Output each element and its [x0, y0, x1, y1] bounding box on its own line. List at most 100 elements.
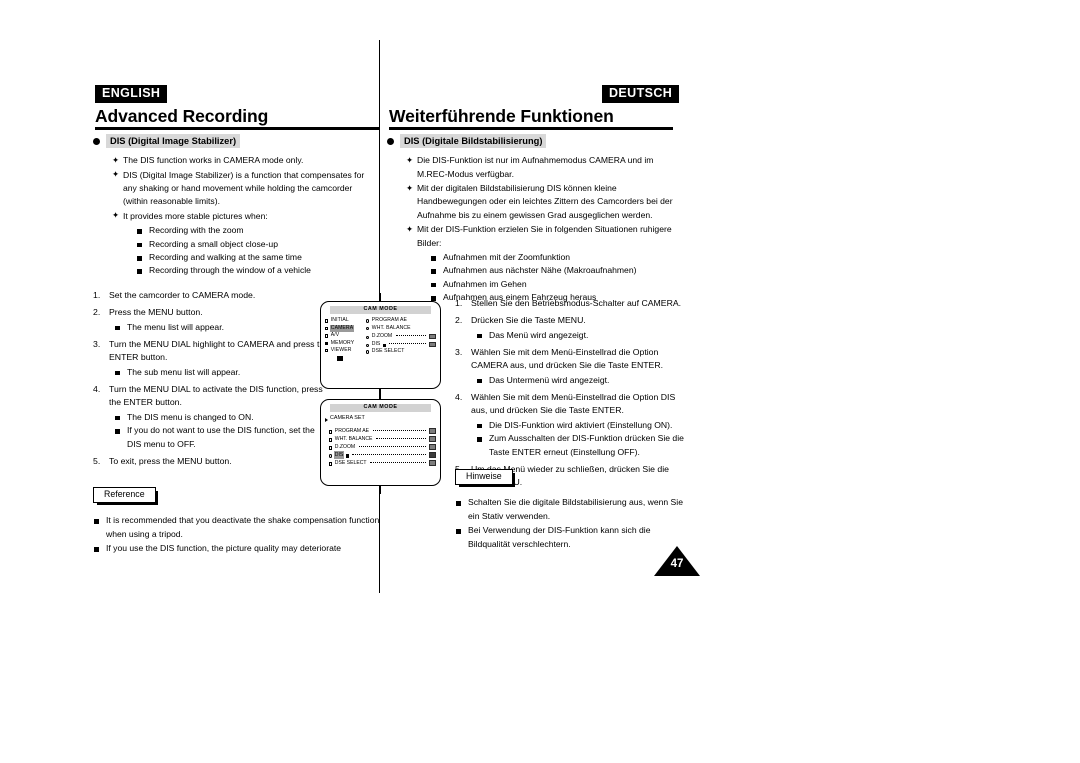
- square-filled-icon: [382, 343, 387, 347]
- english-steps-list: 1. Set the camcorder to CAMERA mode. 2. …: [93, 289, 331, 472]
- german-notes-list: Schalten Sie die digitale Bildstabilisie…: [455, 496, 687, 551]
- step-item: 1. Set the camcorder to CAMERA mode.: [93, 289, 331, 303]
- step-item: 4. Turn the MENU DIAL to activate the DI…: [93, 383, 331, 451]
- chapter-title-english: Advanced Recording: [95, 106, 269, 126]
- lcd-submenu-screen: CAM MODE CAMERA SET PROGRAM AE WHT. BALA…: [320, 399, 441, 486]
- lcd-menu-item-memory: MEMORY: [325, 340, 365, 347]
- list-item: Aufnahmen mit der Zoomfunktion: [431, 251, 673, 264]
- english-intro-list: The DIS function works in CAMERA mode on…: [93, 154, 379, 278]
- radio-circle-icon: [366, 335, 370, 339]
- step-item: 2. Press the MENU button. The menu list …: [93, 306, 331, 334]
- step-number: 1.: [455, 298, 463, 308]
- list-item: DIS (Digital Image Stabilizer) is a func…: [112, 168, 379, 209]
- radio-circle-icon: [366, 319, 370, 323]
- leader-dots: [395, 334, 426, 336]
- step-number: 4.: [93, 383, 101, 394]
- square-filled-icon: [345, 454, 350, 458]
- german-steps-list: 1. Stellen Sie den Betriebsmodus-Schalte…: [455, 297, 685, 493]
- lcd-titlebar: CAM MODE: [330, 306, 431, 315]
- step-sublist: The DIS menu is changed to ON. If you do…: [109, 411, 331, 451]
- lcd-row-d-zoom: D.ZOOM: [329, 443, 436, 451]
- step-item: 1. Stellen Sie den Betriebsmodus-Schalte…: [455, 297, 685, 311]
- section-heading-deutsch: DIS (Digitale Bildstabilisierung): [387, 134, 673, 149]
- section-title-text: DIS (Digital Image Stabilizer): [106, 134, 241, 149]
- step-item: 3. Turn the MENU DIAL highlight to CAMER…: [93, 338, 331, 380]
- leader-dots: [358, 445, 426, 447]
- german-column: DIS (Digitale Bildstabilisierung) Die DI…: [387, 134, 673, 306]
- step-text: Wählen Sie mit dem Menü-Einstellrad die …: [471, 346, 664, 371]
- lcd-menu-label: VIEWER: [330, 347, 352, 354]
- square-filled-icon: [325, 341, 329, 345]
- step-number: 3.: [455, 346, 463, 357]
- lcd-menu-label: A/V: [330, 332, 340, 339]
- leader-dots: [370, 461, 426, 463]
- square-open-icon: [329, 438, 333, 442]
- value-badge-icon: [428, 436, 436, 442]
- lcd-submenu-item-dis: DIS: [366, 340, 436, 348]
- list-item: If you use the DIS function, the picture…: [93, 542, 383, 555]
- step-text: Wählen Sie mit dem Menü-Einstellrad die …: [471, 391, 676, 416]
- step-number: 1.: [93, 290, 101, 300]
- connector-tick-bottom: [380, 486, 382, 494]
- lcd-menu-label: DIS: [371, 341, 381, 348]
- manual-page: ENGLISH DEUTSCH Advanced Recording Weite…: [0, 0, 1080, 763]
- list-item: The menu list will appear.: [115, 321, 331, 334]
- list-item: Schalten Sie die digitale Bildstabilisie…: [455, 496, 687, 523]
- lcd-menu-item-initial: INITIAL: [325, 317, 365, 324]
- leader-dots: [372, 429, 426, 431]
- lcd-menu-label: D.ZOOM: [371, 333, 393, 340]
- radio-circle-icon: [366, 326, 370, 331]
- lcd-menu-label: WHT. BALANCE: [371, 324, 411, 331]
- lcd-menu-label: MEMORY: [330, 339, 355, 346]
- lcd-submenu-item-dse-select: DSE SELECT: [366, 348, 436, 355]
- lcd-row-label: DSE SELECT: [334, 459, 367, 466]
- hinweise-label: Hinweise: [455, 469, 515, 488]
- lcd-submenu-header: CAMERA SET: [325, 415, 436, 423]
- lcd-row-label: DIS: [334, 450, 344, 459]
- step-number: 3.: [93, 338, 101, 349]
- leader-dots: [375, 437, 426, 439]
- title-rule-right: [389, 127, 673, 130]
- list-item: It provides more stable pictures when: R…: [112, 209, 379, 278]
- list-item: The sub menu list will appear.: [115, 366, 331, 379]
- english-reference-block: Reference It is recommended that you dea…: [93, 484, 383, 557]
- list-item: Die DIS-Funktion ist nur im Aufnahmemodu…: [406, 154, 673, 181]
- lcd-menu-item-av: A/V: [325, 332, 365, 339]
- step-text: To exit, press the MENU button.: [109, 455, 232, 466]
- german-intro-list: Die DIS-Funktion ist nur im Aufnahmemodu…: [387, 154, 673, 304]
- list-item: Das Untermenü wird angezeigt.: [477, 374, 685, 387]
- lcd-menu-item-viewer: VIEWER: [325, 347, 365, 354]
- bullet-dot-icon: [387, 137, 394, 145]
- value-badge-icon: [428, 460, 436, 466]
- step-text: Set the camcorder to CAMERA mode.: [109, 290, 256, 300]
- list-item-text: It provides more stable pictures when:: [123, 210, 268, 221]
- german-hinweise-block: Hinweise Schalten Sie die digitale Bilds…: [455, 466, 687, 553]
- square-open-icon: [329, 462, 333, 466]
- lcd-main-menu-screen: CAM MODE INITIAL CAMERA A/V MEMORY VIEWE…: [320, 301, 441, 389]
- lcd-row-wht-balance: WHT. BALANCE: [329, 435, 436, 443]
- reference-label: Reference: [93, 487, 158, 506]
- title-rule-left: [95, 127, 379, 130]
- list-item: Recording and walking at the same time: [137, 251, 379, 264]
- bullet-dot-icon: [93, 137, 100, 145]
- chapter-title-deutsch: Weiterführende Funktionen: [389, 106, 614, 126]
- value-badge-icon: [428, 428, 436, 434]
- list-item: If you do not want to use the DIS functi…: [115, 424, 331, 451]
- list-item: Aufnahmen im Gehen: [431, 278, 673, 291]
- leader-dots: [352, 453, 426, 455]
- list-item: Mit der DIS-Funktion erzielen Sie in fol…: [406, 223, 673, 304]
- radio-circle-icon: [366, 343, 370, 347]
- section-heading-english: DIS (Digital Image Stabilizer): [93, 134, 379, 149]
- radio-circle-icon: [329, 454, 333, 458]
- square-open-icon: [325, 326, 329, 331]
- list-item: It is recommended that you deactivate th…: [93, 514, 383, 541]
- lcd-submenu-item-program-ae: PROGRAM AE: [366, 317, 436, 324]
- page-number-badge: 47: [654, 546, 700, 576]
- list-item: Bei Verwendung der DIS-Funktion kann sic…: [455, 524, 687, 551]
- value-badge-icon: [428, 341, 436, 347]
- lcd-row-program-ae: PROGRAM AE: [329, 427, 436, 435]
- language-badge-deutsch: DEUTSCH: [602, 85, 680, 103]
- list-item: Recording through the window of a vehicl…: [137, 264, 379, 277]
- step-text: Turn the MENU DIAL highlight to CAMERA a…: [109, 338, 330, 363]
- lcd-submenu-item-wht-balance: WHT. BALANCE: [366, 325, 436, 332]
